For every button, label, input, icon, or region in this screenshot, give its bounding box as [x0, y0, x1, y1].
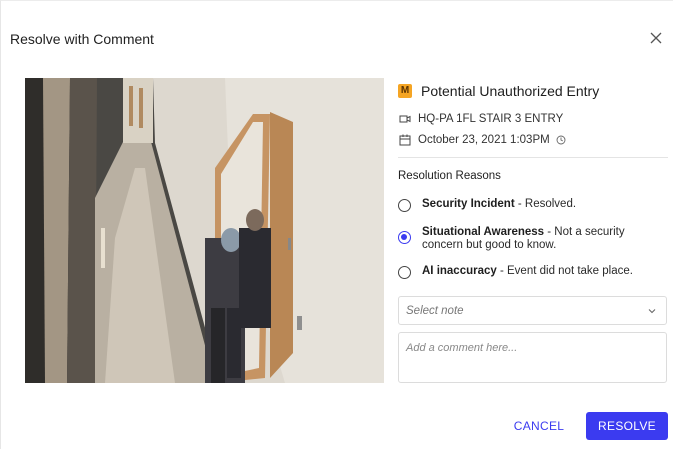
clock-icon[interactable]	[556, 135, 566, 145]
close-icon	[650, 32, 662, 44]
chevron-down-icon	[648, 309, 656, 314]
event-header: M Potential Unauthorized Entry	[398, 81, 668, 101]
dialog-title: Resolve with Comment	[10, 31, 154, 47]
radio-ai-inaccuracy[interactable]: AI inaccuracy - Event did not take place…	[398, 265, 668, 279]
radio-button[interactable]	[398, 199, 411, 212]
radio-button[interactable]	[398, 266, 411, 279]
resolve-dialog: Resolve with Comment M Potential Unautho…	[0, 0, 673, 449]
calendar-icon	[398, 133, 412, 147]
event-timestamp: October 23, 2021 1:03PM	[418, 134, 550, 146]
camera-name: HQ-PA 1FL STAIR 3 ENTRY	[418, 113, 564, 125]
option-title: Situational Awareness	[422, 226, 545, 238]
radio-security-incident[interactable]: Security Incident - Resolved.	[398, 198, 668, 212]
note-select[interactable]: Select note	[398, 296, 667, 325]
resolution-reasons-label: Resolution Reasons	[398, 170, 501, 182]
close-button[interactable]	[646, 28, 666, 48]
cancel-button[interactable]: CANCEL	[508, 412, 570, 440]
details-divider	[398, 157, 668, 158]
camera-row: HQ-PA 1FL STAIR 3 ENTRY	[398, 110, 668, 128]
event-title: Potential Unauthorized Entry	[421, 83, 600, 99]
option-title: Security Incident	[422, 198, 515, 210]
timestamp-row: October 23, 2021 1:03PM	[398, 131, 668, 149]
event-snapshot[interactable]	[25, 78, 384, 383]
comment-input[interactable]	[398, 332, 667, 383]
option-description: - Event did not take place.	[496, 265, 633, 277]
radio-situational-awareness[interactable]: Situational Awareness - Not a security c…	[398, 226, 668, 252]
radio-button-selected[interactable]	[398, 231, 411, 244]
resolve-button[interactable]: RESOLVE	[586, 412, 668, 440]
event-details: M Potential Unauthorized Entry HQ-PA 1FL…	[398, 81, 668, 149]
note-select-placeholder: Select note	[406, 304, 464, 317]
snapshot-image	[25, 78, 384, 383]
option-title: AI inaccuracy	[422, 265, 497, 277]
camera-icon	[398, 112, 412, 126]
option-description: - Resolved.	[514, 198, 577, 210]
severity-badge: M	[398, 84, 412, 98]
